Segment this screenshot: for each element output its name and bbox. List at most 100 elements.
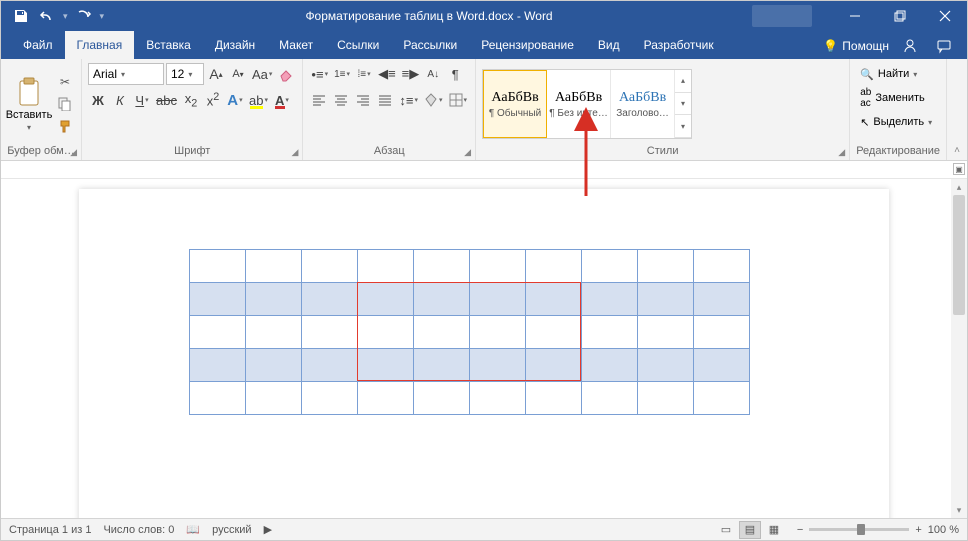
window-title: Форматирование таблиц в Word.docx - Word bbox=[106, 9, 752, 23]
close-button[interactable] bbox=[922, 1, 967, 31]
redo-icon bbox=[76, 8, 92, 24]
sort-button[interactable]: A↓ bbox=[423, 63, 443, 85]
tab-mailings[interactable]: Рассылки bbox=[391, 31, 469, 59]
zoom-level[interactable]: 100 % bbox=[928, 524, 959, 536]
scroll-up-icon[interactable]: ▴ bbox=[951, 179, 967, 195]
undo-button[interactable] bbox=[35, 4, 59, 28]
font-name-combo[interactable]: Arial▾ bbox=[88, 63, 164, 85]
superscript-button[interactable]: x2 bbox=[203, 89, 223, 111]
change-case-icon: Aa bbox=[252, 67, 268, 82]
document-table[interactable] bbox=[189, 249, 750, 415]
multilevel-list-button[interactable]: ⁞≡▾ bbox=[354, 63, 374, 85]
format-painter-button[interactable] bbox=[55, 116, 75, 136]
zoom-in-button[interactable]: + bbox=[915, 524, 921, 536]
tab-references[interactable]: Ссылки bbox=[325, 31, 391, 59]
highlight-button[interactable]: ab▾ bbox=[247, 89, 270, 111]
align-center-button[interactable] bbox=[331, 89, 351, 111]
tab-layout[interactable]: Макет bbox=[267, 31, 325, 59]
font-color-button[interactable]: A▾ bbox=[272, 89, 292, 111]
tab-home[interactable]: Главная bbox=[65, 31, 135, 59]
justify-button[interactable] bbox=[375, 89, 395, 111]
select-button[interactable]: ↖ Выделить ▾ bbox=[856, 111, 936, 133]
tell-me[interactable]: 💡 Помощн bbox=[823, 39, 889, 53]
document-area[interactable] bbox=[1, 179, 951, 518]
qat-customize-icon[interactable]: ▾ bbox=[98, 11, 107, 22]
tab-view[interactable]: Вид bbox=[586, 31, 632, 59]
increase-indent-button[interactable]: ≡▶ bbox=[400, 63, 422, 85]
italic-icon: К bbox=[116, 93, 124, 108]
replace-button[interactable]: abac Заменить bbox=[856, 87, 936, 109]
share-button[interactable] bbox=[897, 33, 923, 59]
show-marks-button[interactable]: ¶ bbox=[445, 63, 465, 85]
status-page[interactable]: Страница 1 из 1 bbox=[9, 524, 91, 536]
shading-button[interactable]: ▾ bbox=[422, 89, 445, 111]
title-bar: ▾ ▾ Форматирование таблиц в Word.docx - … bbox=[1, 1, 967, 31]
view-buttons: ▭ ▤ ▦ bbox=[715, 521, 785, 539]
cut-icon: ✂ bbox=[60, 75, 70, 89]
underline-button[interactable]: Ч▾ bbox=[132, 89, 152, 111]
align-right-button[interactable] bbox=[353, 89, 373, 111]
strikethrough-button[interactable]: abc bbox=[154, 89, 179, 111]
paragraph-launcher[interactable]: ◢ bbox=[464, 147, 471, 158]
paste-button[interactable]: Вставить ▾ bbox=[7, 63, 51, 145]
zoom-thumb[interactable] bbox=[857, 524, 865, 535]
italic-button[interactable]: К bbox=[110, 89, 130, 111]
font-launcher[interactable]: ◢ bbox=[292, 147, 299, 158]
status-word-count[interactable]: Число слов: 0 bbox=[103, 524, 174, 536]
zoom-out-button[interactable]: − bbox=[797, 524, 803, 536]
tab-developer[interactable]: Разработчик bbox=[632, 31, 726, 59]
minimize-button[interactable] bbox=[832, 1, 877, 31]
decrease-indent-button[interactable]: ◀≡ bbox=[376, 63, 398, 85]
styles-scroll-up[interactable]: ▴ bbox=[675, 70, 691, 93]
style-normal[interactable]: АаБбВв ¶ Обычный bbox=[483, 70, 547, 138]
group-styles: АаБбВв ¶ Обычный АаБбВв ¶ Без инте… АаБб… bbox=[476, 59, 850, 160]
tab-insert[interactable]: Вставка bbox=[134, 31, 203, 59]
web-layout-button[interactable]: ▦ bbox=[763, 521, 785, 539]
collapse-ribbon-button[interactable]: ˄ bbox=[947, 59, 967, 160]
font-size-combo[interactable]: 12▾ bbox=[166, 63, 204, 85]
tab-file[interactable]: Файл bbox=[11, 31, 65, 59]
styles-scroll-down[interactable]: ▾ bbox=[675, 93, 691, 116]
page bbox=[79, 189, 889, 518]
copy-button[interactable] bbox=[55, 94, 75, 114]
ruler-toggle[interactable]: ▣ bbox=[953, 163, 965, 175]
vertical-scrollbar[interactable]: ▴ ▾ bbox=[951, 179, 967, 518]
proofing-icon[interactable]: 📖 bbox=[186, 523, 200, 536]
bold-button[interactable]: Ж bbox=[88, 89, 108, 111]
numbering-button[interactable]: 1≡▾ bbox=[332, 63, 352, 85]
subscript-button[interactable]: x2 bbox=[181, 89, 201, 111]
change-case-button[interactable]: Aa▾ bbox=[250, 63, 274, 85]
align-left-button[interactable] bbox=[309, 89, 329, 111]
cut-button[interactable]: ✂ bbox=[55, 72, 75, 92]
print-layout-button[interactable]: ▤ bbox=[739, 521, 761, 539]
account-placeholder[interactable] bbox=[752, 5, 812, 27]
read-mode-button[interactable]: ▭ bbox=[715, 521, 737, 539]
redo-button[interactable] bbox=[72, 4, 96, 28]
style-heading1[interactable]: АаБбВв Заголово… bbox=[611, 70, 675, 138]
scroll-down-icon[interactable]: ▾ bbox=[951, 502, 967, 518]
macro-icon[interactable]: ▶ bbox=[264, 523, 272, 536]
style-no-spacing[interactable]: АаБбВв ¶ Без инте… bbox=[547, 70, 611, 138]
status-language[interactable]: русский bbox=[212, 524, 251, 536]
styles-expand[interactable]: ▾ bbox=[675, 115, 691, 138]
group-font-label: Шрифт bbox=[88, 145, 296, 159]
comments-button[interactable] bbox=[931, 33, 957, 59]
bullets-button[interactable]: •≡▾ bbox=[309, 63, 330, 85]
text-effects-button[interactable]: A▾ bbox=[225, 89, 245, 111]
text-effects-icon: A bbox=[227, 92, 238, 109]
tab-design[interactable]: Дизайн bbox=[203, 31, 267, 59]
restore-button[interactable] bbox=[877, 1, 922, 31]
styles-launcher[interactable]: ◢ bbox=[838, 147, 845, 158]
scroll-thumb[interactable] bbox=[953, 195, 965, 315]
shrink-font-button[interactable]: A▾ bbox=[228, 63, 248, 85]
borders-button[interactable]: ▾ bbox=[447, 89, 470, 111]
tab-review[interactable]: Рецензирование bbox=[469, 31, 586, 59]
line-spacing-button[interactable]: ↕≡▾ bbox=[397, 89, 420, 111]
clear-formatting-button[interactable] bbox=[276, 63, 296, 85]
grow-font-button[interactable]: A▴ bbox=[206, 63, 226, 85]
clipboard-launcher[interactable]: ◢ bbox=[70, 147, 77, 158]
align-left-icon bbox=[312, 94, 326, 106]
find-button[interactable]: 🔍 Найти ▾ bbox=[856, 63, 936, 85]
save-button[interactable] bbox=[9, 4, 33, 28]
zoom-slider[interactable] bbox=[809, 528, 909, 531]
